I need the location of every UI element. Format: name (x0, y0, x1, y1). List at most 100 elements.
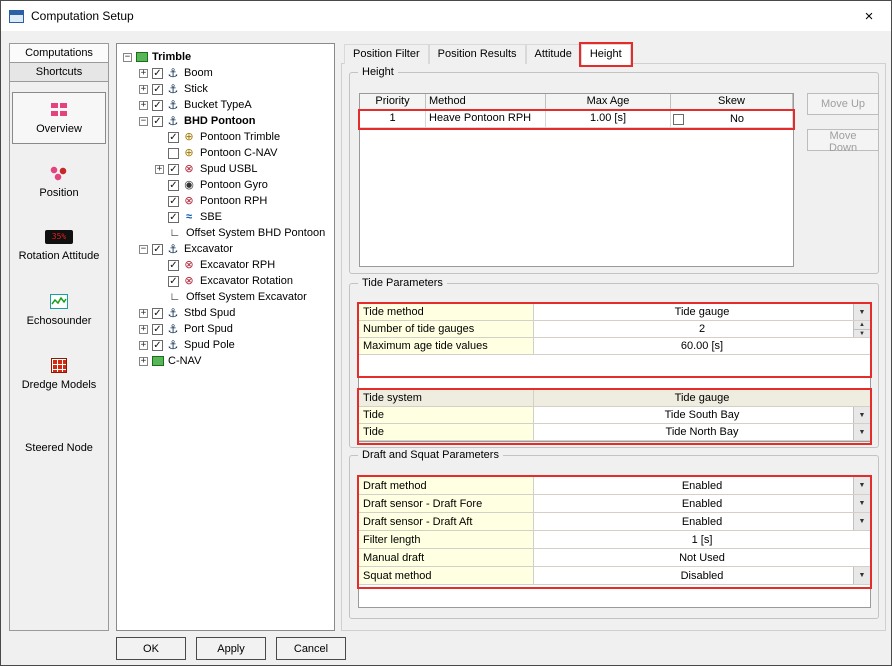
param-value[interactable]: Disabled▼ (534, 567, 870, 584)
tree-item-bucket-typea[interactable]: +✓⚓Bucket TypeA (119, 97, 332, 113)
draft-squat-group: Draft and Squat Parameters Draft methodE… (349, 455, 879, 619)
param-value[interactable]: Tide gauge▼ (534, 304, 870, 320)
button-move-down[interactable]: Move Down (807, 129, 879, 151)
tree-item-sbe[interactable]: ✓≈SBE (119, 209, 332, 225)
param-value-text: 60.00 [s] (681, 340, 723, 352)
tree-item-boom[interactable]: +✓⚓Boom (119, 65, 332, 81)
sidebar-tab-shortcuts[interactable]: Shortcuts (10, 63, 108, 82)
sidebar-item-overview[interactable]: Overview (12, 92, 106, 144)
tree-item-checkbox[interactable]: ✓ (152, 100, 163, 111)
tree-item-checkbox[interactable]: ✓ (152, 340, 163, 351)
tree-item-checkbox[interactable]: ✓ (152, 244, 163, 255)
sidebar-item-steered-node[interactable]: Steered Node (12, 412, 106, 464)
button-ok[interactable]: OK (116, 637, 186, 660)
tree-item-checkbox[interactable] (168, 148, 179, 159)
tab-height[interactable]: Height (581, 44, 631, 65)
tree-item-checkbox[interactable]: ✓ (168, 132, 179, 143)
tree-item-offset-system-bhd-pontoon[interactable]: ∟Offset System BHD Pontoon (119, 225, 332, 241)
tree-item-checkbox[interactable]: ✓ (168, 164, 179, 175)
tree-item-c-nav[interactable]: +C-NAV (119, 353, 332, 369)
tree-item-pontoon-c-nav[interactable]: ⊕Pontoon C-NAV (119, 145, 332, 161)
sidebar-item-dredge-models[interactable]: Dredge Models (12, 348, 106, 400)
overview-icon (50, 102, 68, 117)
dropdown-arrow-icon[interactable]: ▼ (853, 424, 870, 440)
param-value[interactable]: Enabled▼ (534, 495, 870, 512)
tree-item-checkbox[interactable]: ✓ (168, 180, 179, 191)
gps-icon: ⊕ (182, 147, 196, 159)
gps-icon: ⊕ (182, 131, 196, 143)
button-cancel[interactable]: Cancel (276, 637, 346, 660)
expand-toggle-icon[interactable]: + (139, 357, 148, 366)
skew-checkbox[interactable] (673, 114, 684, 125)
tree-item-checkbox[interactable]: ✓ (152, 68, 163, 79)
tree-item-excavator-rotation[interactable]: ✓⊗Excavator Rotation (119, 273, 332, 289)
close-icon[interactable]: × (847, 1, 891, 31)
expand-toggle-icon[interactable]: − (139, 117, 148, 126)
sidebar-item-position[interactable]: Position (12, 156, 106, 208)
dropdown-arrow-icon[interactable]: ▼ (853, 567, 870, 584)
tree-item-port-spud[interactable]: +✓⚓Port Spud (119, 321, 332, 337)
sidebar-item-label: Echosounder (27, 315, 92, 327)
tab-position-results[interactable]: Position Results (429, 44, 526, 64)
tab-position-filter[interactable]: Position Filter (344, 44, 429, 64)
param-value[interactable]: Enabled▼ (534, 513, 870, 530)
column-header-skew: Skew (671, 94, 793, 111)
sidebar-item-rotation-attitude[interactable]: 35% Rotation Attitude (12, 220, 106, 272)
spinner-down-icon[interactable]: ▼ (854, 330, 870, 338)
param-value[interactable]: Tide South Bay▼ (534, 407, 870, 423)
param-value[interactable]: Tide North Bay▼ (534, 424, 870, 440)
dropdown-arrow-icon[interactable]: ▼ (853, 513, 870, 530)
expand-toggle-icon[interactable]: + (139, 85, 148, 94)
expand-toggle-icon[interactable]: + (139, 309, 148, 318)
expand-toggle-icon[interactable]: − (139, 245, 148, 254)
tab-attitude[interactable]: Attitude (526, 44, 581, 64)
expand-toggle-icon[interactable]: + (155, 165, 164, 174)
spinner[interactable]: ▲▼ (853, 321, 870, 337)
tree-item-checkbox[interactable]: ✓ (168, 196, 179, 207)
table-row[interactable]: 1Heave Pontoon RPH1.00 [s]No (360, 111, 793, 128)
vessel-icon: ⚓ (166, 115, 180, 127)
tree-item-checkbox[interactable]: ✓ (168, 212, 179, 223)
vessel-icon: ⚓ (166, 323, 180, 335)
tree-item-checkbox[interactable]: ✓ (152, 308, 163, 319)
tree-item-checkbox[interactable]: ✓ (152, 84, 163, 95)
spinner-up-icon[interactable]: ▲ (854, 321, 870, 330)
tree-item-bhd-pontoon[interactable]: −✓⚓BHD Pontoon (119, 113, 332, 129)
rotation-attitude-icon: 35% (45, 230, 73, 244)
main-tab-strip: Position FilterPosition ResultsAttitudeH… (344, 44, 631, 64)
expand-toggle-icon[interactable]: + (139, 101, 148, 110)
position-icon (50, 166, 68, 181)
tree-item-checkbox[interactable]: ✓ (152, 324, 163, 335)
tree-item-pontoon-trimble[interactable]: ✓⊕Pontoon Trimble (119, 129, 332, 145)
tree-item-excavator-rph[interactable]: ✓⊗Excavator RPH (119, 257, 332, 273)
dropdown-arrow-icon[interactable]: ▼ (853, 407, 870, 423)
tree-item-pontoon-gyro[interactable]: ✓◉Pontoon Gyro (119, 177, 332, 193)
param-value[interactable]: 2▲▼ (534, 321, 870, 337)
expand-toggle-icon[interactable]: + (139, 69, 148, 78)
tree-item-checkbox[interactable]: ✓ (168, 276, 179, 287)
sidebar-tab-strip: ComputationsShortcuts (10, 44, 108, 82)
dropdown-arrow-icon[interactable]: ▼ (853, 304, 870, 320)
expand-toggle-icon[interactable]: + (139, 341, 148, 350)
sidebar-tab-computations[interactable]: Computations (10, 44, 108, 63)
tree-item-excavator[interactable]: −✓⚓Excavator (119, 241, 332, 257)
tree-item-checkbox[interactable]: ✓ (168, 260, 179, 271)
tree-item-stick[interactable]: +✓⚓Stick (119, 81, 332, 97)
tree-item-checkbox[interactable]: ✓ (152, 116, 163, 127)
button-move-up[interactable]: Move Up (807, 93, 879, 115)
expand-toggle-icon[interactable]: − (123, 53, 132, 62)
tree-item-pontoon-rph[interactable]: ✓⊗Pontoon RPH (119, 193, 332, 209)
expand-toggle-icon[interactable]: + (139, 325, 148, 334)
tree-item-spud-pole[interactable]: +✓⚓Spud Pole (119, 337, 332, 353)
tree-item-stbd-spud[interactable]: +✓⚓Stbd Spud (119, 305, 332, 321)
button-apply[interactable]: Apply (196, 637, 266, 660)
tree-item-spud-usbl[interactable]: +✓⊗Spud USBL (119, 161, 332, 177)
dropdown-arrow-icon[interactable]: ▼ (853, 477, 870, 494)
dropdown-arrow-icon[interactable]: ▼ (853, 495, 870, 512)
tree-item-offset-system-excavator[interactable]: ∟Offset System Excavator (119, 289, 332, 305)
param-value[interactable]: Enabled▼ (534, 477, 870, 494)
sidebar-item-echosounder[interactable]: Echosounder (12, 284, 106, 336)
tree-item-trimble[interactable]: −Trimble (119, 49, 332, 65)
tree-item-label: BHD Pontoon (183, 115, 255, 127)
waves-icon: ≈ (182, 211, 196, 223)
